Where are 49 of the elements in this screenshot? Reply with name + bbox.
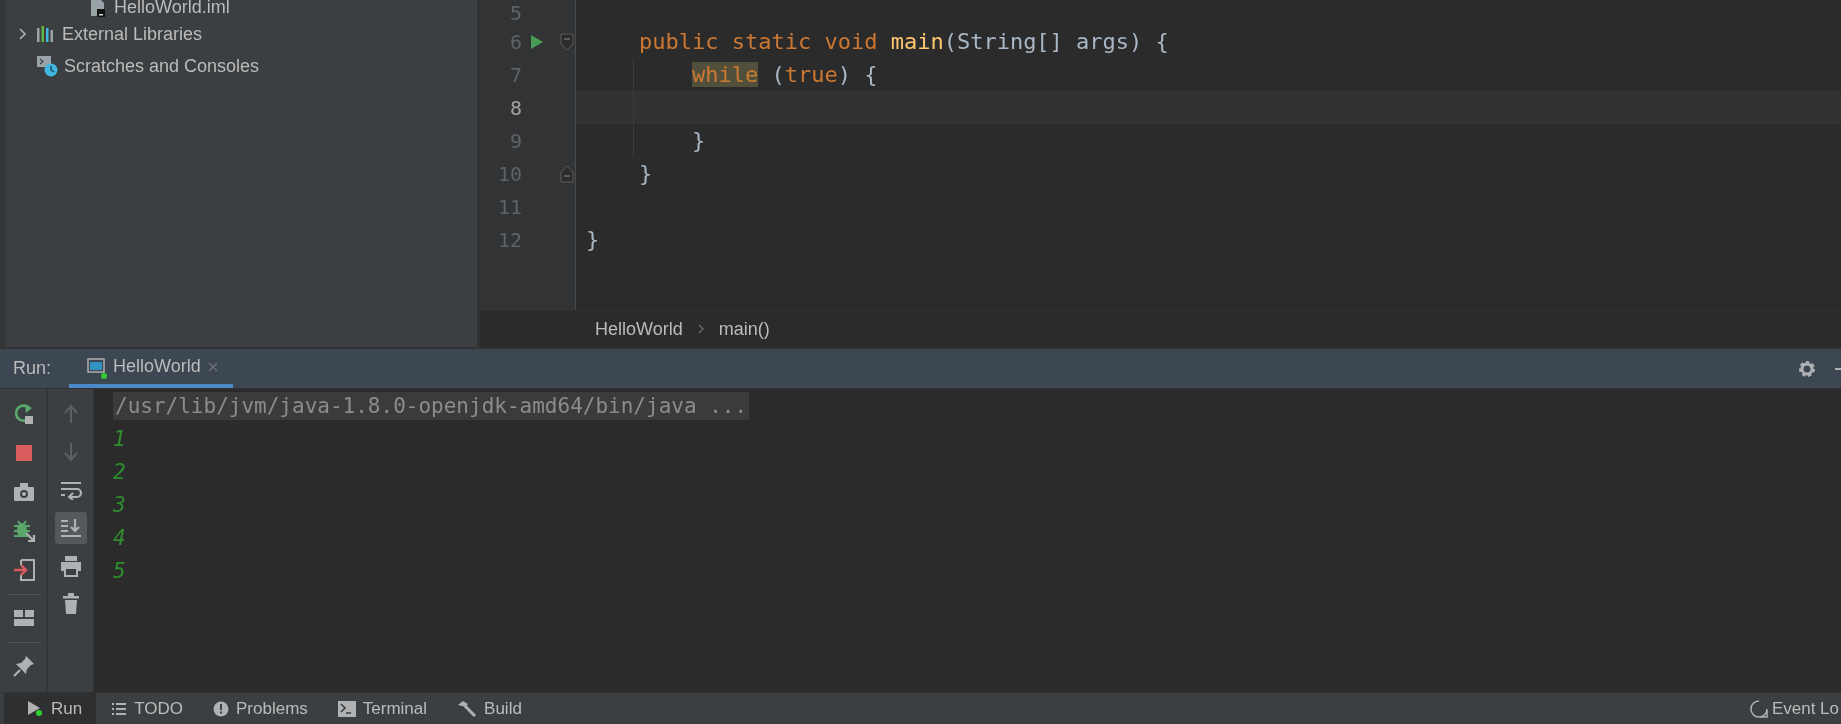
output-line: 4 bbox=[113, 525, 126, 550]
trash-icon[interactable] bbox=[61, 593, 80, 615]
code-line: } bbox=[639, 161, 653, 186]
panel-title: Run: bbox=[13, 358, 52, 379]
hammer-icon bbox=[457, 699, 478, 718]
breadcrumb[interactable]: HelloWorld bbox=[595, 318, 683, 340]
soft-wrap-icon[interactable] bbox=[59, 480, 82, 500]
code-line: } bbox=[586, 227, 600, 252]
tool-window-tab[interactable]: TODO bbox=[96, 693, 198, 724]
fold-marker-icon[interactable] bbox=[560, 32, 574, 51]
exclamation-circle-icon bbox=[213, 700, 229, 717]
tree-item-label[interactable]: External Libraries bbox=[62, 23, 203, 45]
scroll-to-end-icon[interactable] bbox=[59, 518, 82, 538]
toolbar-button[interactable] bbox=[54, 512, 87, 544]
chevron-right-icon[interactable] bbox=[18, 27, 28, 41]
code-line: while (true) { bbox=[692, 62, 878, 87]
run-icon[interactable] bbox=[530, 33, 544, 50]
code-line: } bbox=[692, 128, 706, 153]
output-line: 5 bbox=[113, 558, 126, 583]
bug-arrow-icon[interactable] bbox=[11, 519, 36, 543]
stop-icon[interactable] bbox=[14, 444, 33, 462]
output-line: 1 bbox=[113, 426, 126, 451]
tool-window-tab[interactable]: Problems bbox=[198, 693, 323, 724]
exit-arrow-icon[interactable] bbox=[12, 559, 35, 581]
output-line: 2 bbox=[113, 459, 126, 484]
fold-marker-icon[interactable] bbox=[560, 164, 574, 183]
speech-bubble-icon bbox=[1749, 699, 1768, 718]
rerun-icon[interactable] bbox=[12, 403, 35, 425]
file-icon bbox=[88, 0, 108, 18]
event-log-tab[interactable]: Event Lo bbox=[1749, 693, 1839, 724]
pin-icon[interactable] bbox=[12, 655, 35, 677]
console-tab[interactable]: HelloWorld bbox=[69, 349, 233, 388]
console-clock-icon bbox=[36, 55, 58, 77]
code-line: public static void main(String[] args) { bbox=[639, 29, 1169, 54]
tree-item-label[interactable]: Scratches and Consoles bbox=[64, 55, 260, 77]
layout-icon[interactable] bbox=[12, 609, 35, 627]
output-line: 3 bbox=[113, 492, 126, 517]
tool-window-tab[interactable]: Build bbox=[442, 693, 537, 724]
chevron-right-icon bbox=[696, 323, 705, 335]
terminal-icon bbox=[337, 700, 356, 717]
breadcrumb[interactable]: main() bbox=[718, 318, 770, 340]
tool-window-tab[interactable]: Terminal bbox=[322, 693, 443, 724]
library-bars-icon bbox=[36, 25, 56, 43]
settings-icon[interactable] bbox=[1797, 358, 1817, 379]
tool-window-tab[interactable]: Run bbox=[4, 693, 97, 724]
tree-item-label[interactable]: HelloWorld.iml bbox=[114, 0, 230, 18]
camera-icon[interactable] bbox=[12, 482, 35, 502]
line-number: 8 bbox=[508, 95, 522, 120]
list-icon bbox=[111, 701, 128, 716]
